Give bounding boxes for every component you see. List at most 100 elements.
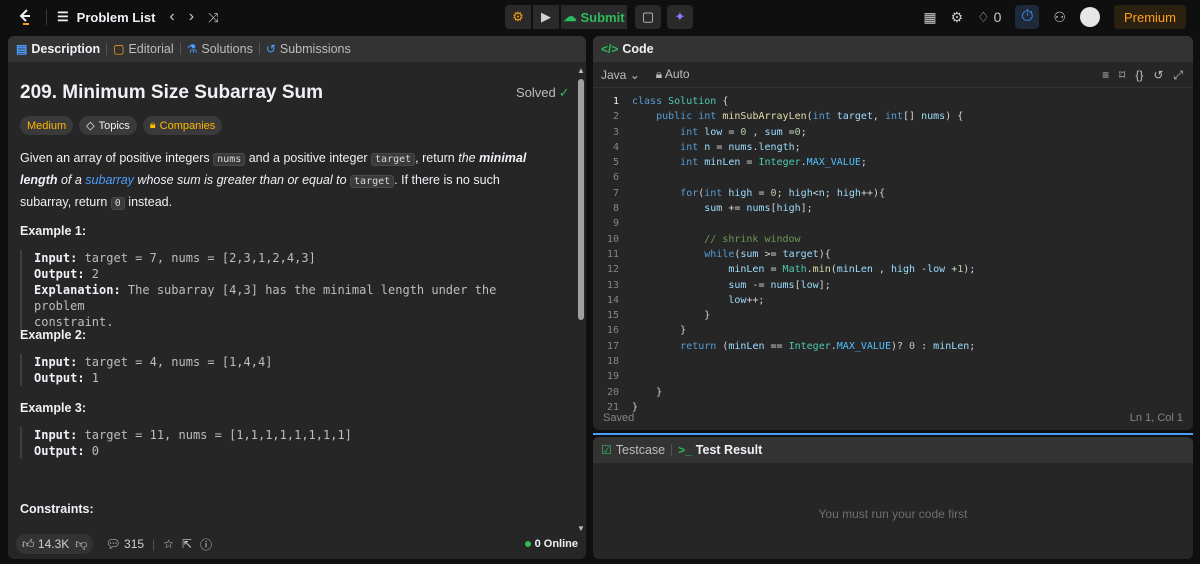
tab-description[interactable]: ▤ Description: [16, 42, 100, 56]
problem-title[interactable]: 209. Minimum Size Subarray Sum: [20, 82, 323, 104]
companies-tag[interactable]: 🔒︎ Companies: [142, 116, 223, 135]
tab-test-result[interactable]: >_ Test Result: [678, 443, 762, 457]
code-line: 18: [606, 356, 619, 368]
code-line: 17 return (minLen == Integer.MAX_VALUE)?…: [606, 340, 976, 352]
description-panel: ▤ Description ▢ Editorial ⚗ Solutions ↺ …: [8, 36, 586, 559]
save-status: Saved: [603, 412, 635, 424]
test-result-hint: You must run your code first: [818, 507, 968, 521]
tab-submissions[interactable]: ↺ Submissions: [266, 42, 351, 56]
help-icon[interactable]: ⓘ: [200, 536, 212, 553]
code-line: 11 while(sum >= target){: [606, 248, 831, 260]
scroll-up-icon[interactable]: ▲: [577, 66, 585, 75]
thumbs-up-icon: 👍︎: [22, 536, 35, 551]
flame-icon: ♢: [977, 8, 990, 25]
list-icon: ☰: [57, 9, 69, 24]
panel-splitter[interactable]: [593, 433, 1193, 435]
topics-tag[interactable]: ◇ Topics: [79, 116, 137, 135]
code-line: 14 low++;: [606, 294, 765, 306]
inline-code: nums: [213, 153, 246, 166]
auto-mode-toggle[interactable]: 🔒︎ Auto: [656, 67, 690, 82]
tab-editorial[interactable]: ▢ Editorial: [113, 42, 174, 56]
inline-code: target: [350, 175, 395, 188]
debug-button[interactable]: ⚙: [505, 5, 531, 29]
example-block: Input: target = 4, nums = [1,4,4] Output…: [20, 354, 520, 386]
check-circle-icon: ✓: [558, 85, 570, 100]
code-icon: </>: [601, 42, 619, 56]
description-icon: ▤: [16, 42, 28, 56]
comments-button[interactable]: 💬︎ 315: [105, 537, 144, 551]
lock-icon: 🔒︎: [655, 67, 663, 81]
shuffle-icon[interactable]: ⤨: [208, 11, 218, 24]
flask-icon: ⚗: [186, 42, 198, 56]
braces-icon[interactable]: {}: [1135, 68, 1143, 83]
reset-icon[interactable]: ↺: [1153, 68, 1163, 83]
divider: [179, 43, 181, 55]
top-bar: ☰ Problem List ‹ › ⤨ ⚙ ▶ ☁ Submit ▢ ✦ ▦ …: [0, 0, 1200, 34]
difficulty-badge: Medium: [20, 116, 74, 135]
thumbs-down-icon[interactable]: 👎︎: [75, 537, 87, 552]
notes-button[interactable]: ▢: [635, 5, 661, 29]
ai-sparkle-button[interactable]: ✦: [667, 5, 693, 29]
avatar[interactable]: [1079, 7, 1100, 27]
comment-icon: 💬︎: [105, 537, 121, 551]
code-line: 13 sum -= nums[low];: [606, 279, 831, 291]
example-heading: Example 1:: [20, 224, 87, 238]
online-status: 0 Online: [524, 538, 578, 550]
lock-icon: 🔒︎: [149, 119, 156, 131]
code-line: 7 for(int high = 0; high<n; high++){: [612, 187, 886, 199]
share-icon[interactable]: ⇱: [182, 537, 192, 551]
solved-status: Solved ✓: [516, 85, 570, 100]
code-editor[interactable]: 1 class Solution { 2 public int minSubArr…: [593, 94, 1193, 415]
add-friend-icon[interactable]: ⚇: [1053, 9, 1066, 26]
history-icon: ↺: [265, 42, 276, 56]
expand-icon[interactable]: ⤢: [1173, 68, 1183, 83]
layout-icon[interactable]: ▦: [923, 9, 936, 26]
test-panel: ☑ Testcase >_ Test Result You must run y…: [593, 437, 1193, 559]
leetcode-logo[interactable]: [14, 6, 36, 28]
streak-counter[interactable]: ♢ 0: [977, 9, 1001, 26]
tab-solutions[interactable]: ⚗ Solutions: [187, 42, 253, 56]
format-icon[interactable]: ≡: [1102, 68, 1109, 83]
constraints-heading: Constraints:: [20, 502, 94, 516]
problem-list-button[interactable]: ☰ Problem List: [57, 9, 155, 25]
language-select[interactable]: Java ⌄: [601, 68, 640, 82]
cursor-position: Ln 1, Col 1: [1129, 412, 1183, 424]
description-tabs: ▤ Description ▢ Editorial ⚗ Solutions ↺ …: [8, 36, 586, 62]
scrollbar-thumb[interactable]: [578, 79, 584, 320]
example-heading: Example 3:: [20, 401, 87, 415]
bookmark-icon[interactable]: ⌑: [1119, 68, 1125, 83]
timer-button[interactable]: ⏱: [1015, 5, 1040, 29]
inline-code: 0: [110, 197, 125, 210]
cloud-upload-icon: ☁: [563, 9, 577, 24]
online-dot: [524, 541, 531, 547]
checkbox-icon: ☑: [601, 443, 612, 457]
description-footer: 👍︎ 14.3K 👎︎ 💬︎ 315 | ☆ ⇱ ⓘ 0 Online: [8, 529, 586, 559]
subarray-link[interactable]: subarray: [85, 173, 134, 187]
editor-tools: ≡ ⌑ {} ↺ ⤢: [1102, 68, 1183, 83]
code-line: 6: [612, 172, 619, 184]
divider: [258, 43, 260, 55]
prev-problem-button[interactable]: ‹: [169, 9, 174, 25]
code-line: 12 minLen = Math.min(minLen , high -low …: [606, 264, 976, 276]
next-problem-button[interactable]: ›: [189, 9, 194, 25]
example-block: Input: target = 11, nums = [1,1,1,1,1,1,…: [20, 427, 520, 459]
like-button[interactable]: 👍︎ 14.3K: [22, 537, 69, 552]
settings-icon[interactable]: ⚙: [951, 9, 964, 26]
submit-button[interactable]: ☁ Submit: [561, 5, 627, 29]
problem-tags: Medium ◇ Topics 🔒︎ Companies: [20, 116, 223, 135]
inline-code: target: [371, 153, 416, 166]
code-line: 2 public int minSubArrayLen(int target, …: [612, 111, 964, 123]
tab-code[interactable]: </> Code: [601, 42, 654, 56]
code-line: 16 }: [606, 325, 687, 337]
code-line: 15 }: [606, 310, 711, 322]
code-line: 19: [606, 371, 619, 383]
code-tabs: </> Code: [593, 36, 1193, 62]
tab-testcase[interactable]: ☑ Testcase: [601, 443, 665, 457]
scrollbar[interactable]: ▲ ▼: [576, 66, 586, 533]
problem-statement: Given an array of positive integers nums…: [20, 151, 527, 210]
code-line: 20 }: [606, 386, 663, 398]
star-icon[interactable]: ☆: [163, 537, 174, 551]
run-button[interactable]: ▶: [533, 5, 559, 29]
book-icon: ▢: [113, 42, 125, 56]
premium-button[interactable]: Premium: [1113, 5, 1186, 29]
